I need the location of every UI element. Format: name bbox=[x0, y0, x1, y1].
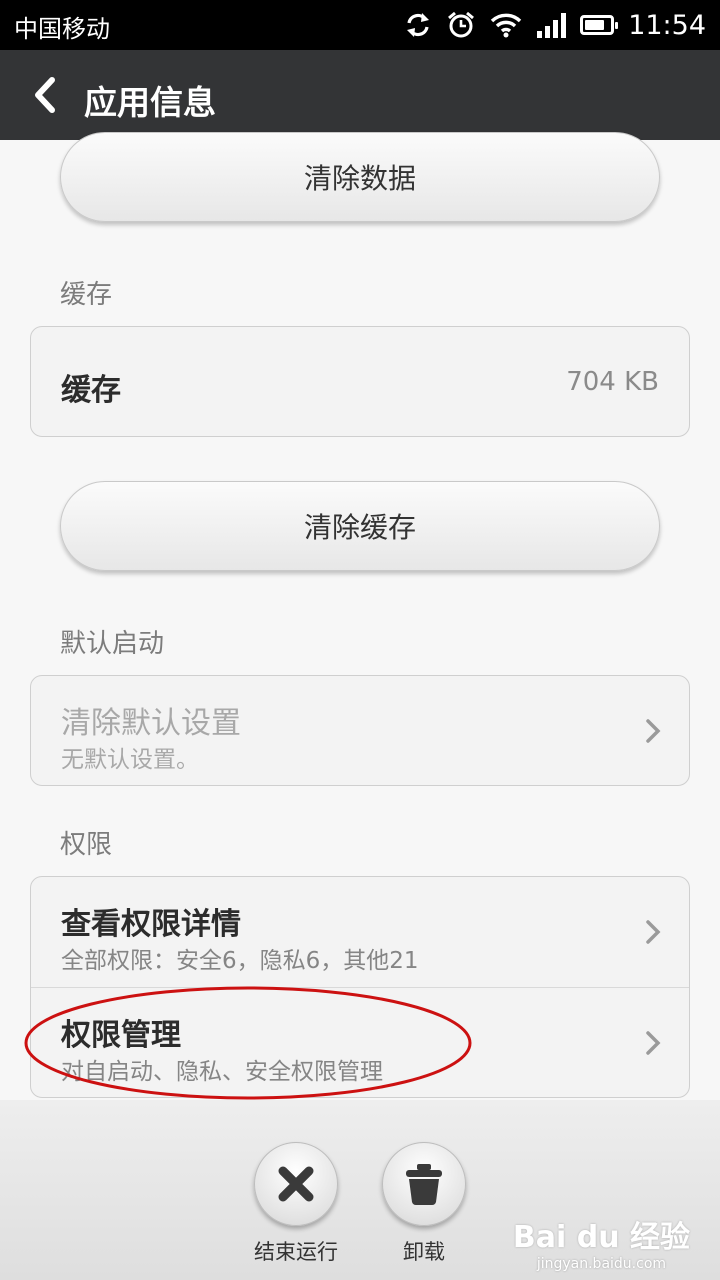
uninstall-label: 卸载 bbox=[403, 1240, 445, 1264]
alarm-icon bbox=[448, 11, 475, 38]
watermark: Bai du 经验 jingyan.baidu.com bbox=[513, 1212, 690, 1272]
cache-row-title: 缓存 bbox=[61, 373, 121, 408]
section-label-default: 默认启动 bbox=[60, 629, 165, 659]
list-item-subtitle: 全部权限：安全6，隐私6，其他21 bbox=[61, 948, 419, 974]
clear-defaults-item[interactable]: 清除默认设置 无默认设置。 bbox=[30, 675, 690, 786]
clear-defaults-subtitle: 无默认设置。 bbox=[61, 747, 199, 773]
sync-icon bbox=[407, 13, 430, 37]
clear-data-label: 清除数据 bbox=[303, 162, 416, 195]
status-bar: 中国移动 11:54 bbox=[0, 0, 720, 50]
uninstall-button[interactable]: 卸载 bbox=[374, 1142, 474, 1266]
force-stop-button[interactable]: 结束运行 bbox=[246, 1142, 346, 1266]
section-label-permissions: 权限 bbox=[60, 830, 113, 860]
battery-icon bbox=[580, 15, 619, 35]
clear-cache-label: 清除缓存 bbox=[303, 511, 416, 544]
back-arrow-icon[interactable] bbox=[26, 72, 66, 118]
trash-icon bbox=[406, 1164, 442, 1205]
app-header: 应用信息 bbox=[0, 50, 720, 140]
chevron-right-icon bbox=[646, 719, 661, 743]
force-stop-label: 结束运行 bbox=[254, 1240, 338, 1264]
section-label-cache: 缓存 bbox=[60, 280, 113, 310]
clock: 11:54 bbox=[628, 9, 706, 41]
wifi-icon bbox=[490, 13, 522, 38]
clear-defaults-title: 清除默认设置 bbox=[61, 706, 241, 741]
chevron-right-icon bbox=[646, 920, 661, 944]
chevron-right-icon bbox=[646, 1031, 661, 1055]
signal-icon bbox=[537, 13, 567, 38]
cache-card: 缓存 704 KB bbox=[30, 326, 690, 437]
clear-cache-button[interactable]: 清除缓存 bbox=[60, 481, 660, 571]
page-title: 应用信息 bbox=[84, 83, 216, 122]
watermark-url: jingyan.baidu.com bbox=[536, 1256, 667, 1272]
highlight-ellipse bbox=[24, 986, 472, 1100]
view-permissions-item[interactable]: 查看权限详情 全部权限：安全6，隐私6，其他21 bbox=[31, 877, 689, 987]
list-item-title: 查看权限详情 bbox=[61, 907, 241, 942]
close-icon bbox=[278, 1166, 314, 1202]
carrier-name: 中国移动 bbox=[14, 15, 110, 43]
watermark-brand: Bai du 经验 bbox=[512, 1220, 690, 1255]
cache-size: 704 KB bbox=[566, 367, 659, 397]
clear-data-button[interactable]: 清除数据 bbox=[60, 132, 660, 222]
